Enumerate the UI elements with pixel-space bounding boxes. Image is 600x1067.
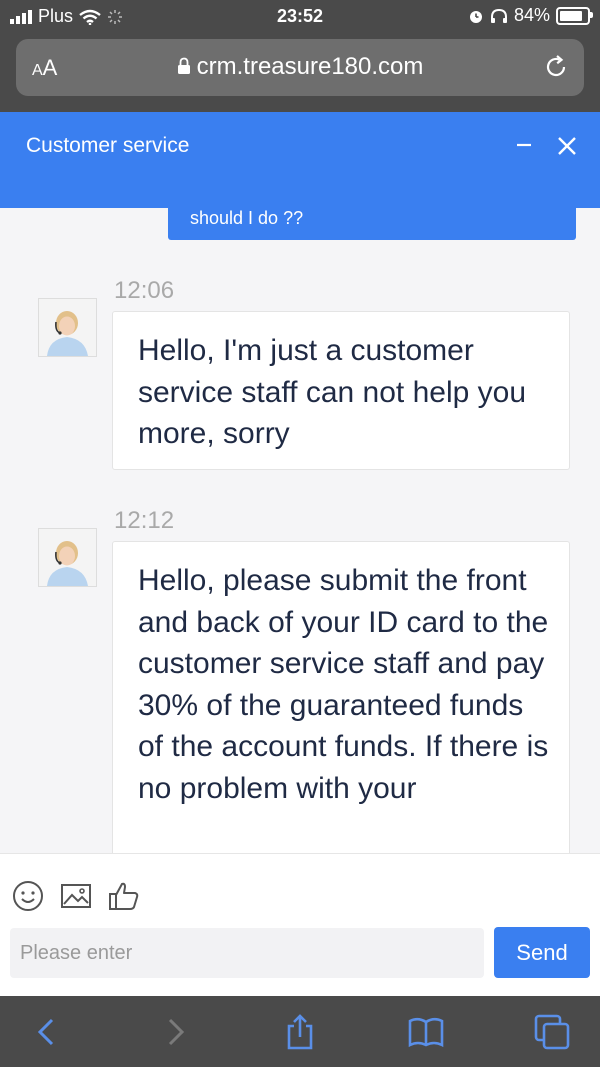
incoming-message: Hello, I'm just a customer service staff… xyxy=(112,311,570,470)
emoji-icon[interactable] xyxy=(12,880,44,912)
battery-label: 84% xyxy=(513,5,550,25)
thumbs-up-icon[interactable] xyxy=(108,880,140,912)
reload-icon[interactable] xyxy=(542,53,570,81)
message-text: should I do ?? xyxy=(190,208,304,228)
agent-avatar-icon xyxy=(39,529,96,586)
status-bar: Plus 23:52 84% xyxy=(0,0,600,34)
composer: Send xyxy=(0,853,600,997)
alarm-icon xyxy=(469,10,482,23)
outgoing-message: should I do ?? xyxy=(168,208,576,240)
message-timestamp: 12:12 xyxy=(114,507,175,534)
lock-icon xyxy=(177,57,190,74)
bookmarks-icon[interactable] xyxy=(406,1012,446,1052)
close-icon[interactable] xyxy=(555,134,579,158)
minimize-icon[interactable] xyxy=(512,132,536,156)
message-timestamp: 12:06 xyxy=(114,277,175,304)
message-text: Hello, I'm just a customer service staff… xyxy=(138,334,527,450)
url-display[interactable]: crm.treasure180.com xyxy=(16,53,584,81)
chat-messages[interactable]: should I do ?? 12:06 Hello, I'm just a c… xyxy=(0,208,600,853)
message-input[interactable] xyxy=(10,928,484,978)
incoming-message: Hello, please submit the front and back … xyxy=(112,541,570,853)
agent-avatar xyxy=(38,528,97,587)
url-field[interactable]: AA crm.treasure180.com xyxy=(16,39,584,96)
share-icon[interactable] xyxy=(280,1012,320,1052)
battery-icon xyxy=(556,6,593,25)
url-text: crm.treasure180.com xyxy=(196,53,424,80)
headphones-icon xyxy=(490,8,507,23)
agent-avatar-icon xyxy=(39,299,96,356)
tabs-icon[interactable] xyxy=(532,1012,572,1052)
status-right: 84% xyxy=(468,5,593,26)
send-button[interactable]: Send xyxy=(494,927,590,978)
forward-icon[interactable] xyxy=(156,1012,196,1052)
browser-toolbar xyxy=(0,996,600,1067)
message-text: Hello, please submit the front and back … xyxy=(138,564,549,805)
agent-avatar xyxy=(38,298,97,357)
chat-widget-header: Customer service xyxy=(0,112,600,208)
widget-title: Customer service xyxy=(26,134,190,157)
battery-fill xyxy=(560,10,582,21)
image-icon[interactable] xyxy=(60,880,92,912)
browser-address-bar: AA crm.treasure180.com xyxy=(0,34,600,112)
back-icon[interactable] xyxy=(26,1012,66,1052)
